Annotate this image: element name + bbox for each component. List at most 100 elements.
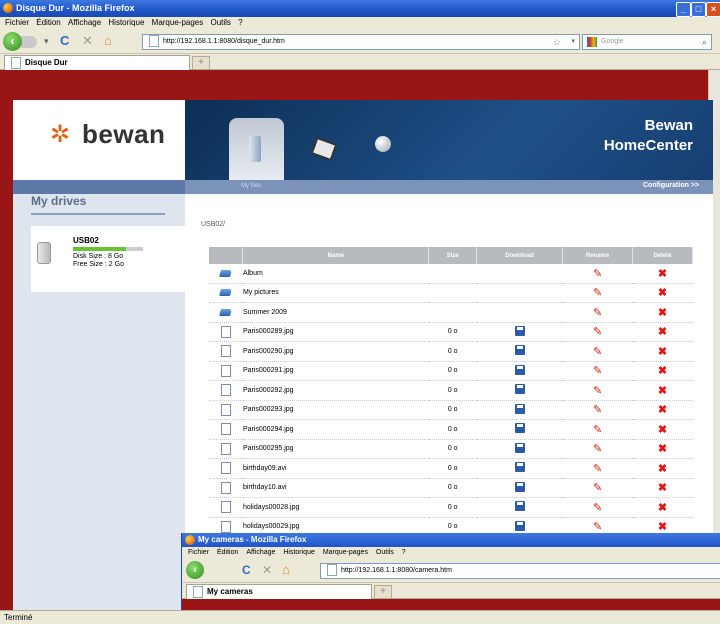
file-name[interactable]: birthday09.avi [242,458,429,479]
url-bar-2[interactable]: http://192.168.1.1:8080/camera.htm [320,563,720,579]
stop-icon[interactable]: ✕ [82,34,93,48]
close-button[interactable]: × [706,2,720,17]
reload-icon-2[interactable]: C [242,563,251,577]
file-name[interactable]: Paris000295.jpg [242,439,429,459]
new-tab-button[interactable]: + [192,56,210,70]
download-icon[interactable] [514,501,525,512]
rename-pencil-icon[interactable]: ✎ [593,346,602,358]
tab-my-files[interactable] [229,118,284,180]
download-icon[interactable] [514,520,525,531]
tab-network[interactable] [355,118,410,180]
rename-pencil-icon[interactable]: ✎ [593,385,602,397]
new-tab-button-2[interactable]: + [374,585,392,599]
table-row[interactable]: birthday09.avi 0 o ✎ ✖ [209,458,693,479]
home-icon[interactable]: ⌂ [104,34,112,48]
file-name[interactable]: holidays00028.jpg [242,497,429,518]
search-box[interactable]: Google ⌕ [582,34,712,50]
file-name[interactable]: My pictures [242,283,429,303]
bookmark-star-icon[interactable]: ☆ [553,35,561,49]
download-icon[interactable] [514,384,525,395]
delete-x-icon[interactable]: ✖ [658,443,667,455]
table-row[interactable]: Album ✎ ✖ [209,264,693,284]
rename-pencil-icon[interactable]: ✎ [593,404,602,416]
file-name[interactable]: Paris000289.jpg [242,322,429,342]
download-icon[interactable] [514,325,525,336]
rename-pencil-icon[interactable]: ✎ [593,307,602,319]
rename-pencil-icon[interactable]: ✎ [593,502,602,514]
download-icon[interactable] [514,364,525,375]
table-row[interactable]: birthday10.avi 0 o ✎ ✖ [209,478,693,498]
delete-x-icon[interactable]: ✖ [658,404,667,416]
download-icon[interactable] [514,345,525,356]
table-row[interactable]: Paris000295.jpg 0 o ✎ ✖ [209,439,693,459]
tab-disque-dur[interactable]: Disque Dur [4,55,190,70]
table-row[interactable]: Paris000290.jpg 0 o ✎ ✖ [209,341,693,362]
home-icon-2[interactable]: ⌂ [282,562,290,577]
menu2-file[interactable]: Fichier [188,549,209,556]
download-icon[interactable] [514,403,525,414]
file-name[interactable]: Album [242,264,429,284]
stop-icon-2[interactable]: ✕ [262,563,272,577]
delete-x-icon[interactable]: ✖ [658,307,667,319]
delete-x-icon[interactable]: ✖ [658,268,667,280]
tab-my-cameras[interactable]: My cameras [186,584,372,599]
file-name[interactable]: Paris000291.jpg [242,361,429,381]
url-dropdown-icon[interactable]: ▾ [571,35,575,49]
file-name[interactable]: Paris000293.jpg [242,400,429,420]
menu-edit[interactable]: Édition [36,17,60,29]
delete-x-icon[interactable]: ✖ [658,385,667,397]
rename-pencil-icon[interactable]: ✎ [593,443,602,455]
menu-help[interactable]: ? [238,17,242,29]
header-size[interactable]: Size [428,247,478,264]
menu2-history[interactable]: Historique [283,549,315,556]
delete-x-icon[interactable]: ✖ [658,424,667,436]
menu-tools[interactable]: Outils [210,17,230,29]
back-button[interactable]: ‹ [3,32,22,51]
forward-button[interactable] [21,36,37,48]
menu2-bookmarks[interactable]: Marque-pages [323,549,368,556]
file-name[interactable]: birthday10.avi [242,478,429,498]
table-row[interactable]: holidays00028.jpg 0 o ✎ ✖ [209,497,693,518]
menu2-help[interactable]: ? [402,549,406,556]
file-name[interactable]: Summer 2009 [242,302,429,323]
back-button-2[interactable]: ‹ [186,561,204,579]
reload-icon[interactable]: C [60,34,69,48]
download-icon[interactable] [514,423,525,434]
table-row[interactable]: Paris000292.jpg 0 o ✎ ✖ [209,380,693,401]
menu-view[interactable]: Affichage [68,17,101,29]
history-dropdown-icon[interactable]: ▾ [44,34,49,48]
configuration-link[interactable]: Configuration >> [643,182,699,189]
menu2-tools[interactable]: Outils [376,549,394,556]
file-name[interactable]: Paris000294.jpg [242,419,429,440]
rename-pencil-icon[interactable]: ✎ [593,424,602,436]
table-row[interactable]: My pictures ✎ ✖ [209,283,693,303]
delete-x-icon[interactable]: ✖ [658,521,667,533]
menu2-edit[interactable]: Édition [217,549,238,556]
table-row[interactable]: Paris000293.jpg 0 o ✎ ✖ [209,400,693,420]
drive-card-usb02[interactable]: USB02 Disk Size : 8 Go Free Size : 2 Go [31,226,186,292]
file-name[interactable]: Paris000290.jpg [242,341,429,362]
rename-pencil-icon[interactable]: ✎ [593,365,602,377]
delete-x-icon[interactable]: ✖ [658,287,667,299]
minimize-button[interactable]: _ [676,2,691,17]
maximize-button[interactable]: □ [691,2,706,17]
file-name[interactable]: Paris000292.jpg [242,380,429,401]
menu-file[interactable]: Fichier [5,17,29,29]
tab-cameras[interactable] [295,118,350,180]
delete-x-icon[interactable]: ✖ [658,326,667,338]
menu2-view[interactable]: Affichage [246,549,275,556]
url-bar[interactable]: http://192.168.1.1:8080/disque_dur.htm ☆… [142,34,580,50]
menu-history[interactable]: Historique [108,17,144,29]
download-icon[interactable] [514,442,525,453]
delete-x-icon[interactable]: ✖ [658,365,667,377]
rename-pencil-icon[interactable]: ✎ [593,268,602,280]
rename-pencil-icon[interactable]: ✎ [593,287,602,299]
header-name[interactable]: Name [242,247,430,264]
rename-pencil-icon[interactable]: ✎ [593,482,602,494]
rename-pencil-icon[interactable]: ✎ [593,521,602,533]
delete-x-icon[interactable]: ✖ [658,463,667,475]
delete-x-icon[interactable]: ✖ [658,482,667,494]
menu-bookmarks[interactable]: Marque-pages [152,17,204,29]
search-icon[interactable]: ⌕ [702,35,707,49]
table-row[interactable]: Paris000291.jpg 0 o ✎ ✖ [209,361,693,381]
